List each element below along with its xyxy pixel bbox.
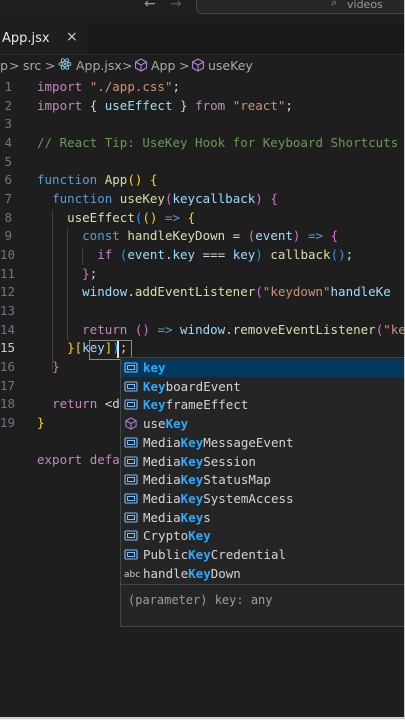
line-number-active: 15 bbox=[0, 340, 16, 355]
code-line: export defa bbox=[37, 452, 120, 467]
line-number: 19 bbox=[0, 415, 16, 430]
function-cube-icon bbox=[191, 58, 205, 75]
variable-icon bbox=[124, 361, 138, 374]
suggestion-item[interactable]: KeyboardEvent bbox=[121, 378, 404, 396]
code-line: useEffect(() => { bbox=[67, 210, 196, 225]
breadcrumb-item-usekey[interactable]: useKey bbox=[208, 58, 253, 73]
text-cursor bbox=[117, 341, 119, 358]
line-number: 10 bbox=[0, 247, 16, 262]
variable-icon bbox=[124, 455, 138, 468]
breadcrumb-item-src[interactable]: src bbox=[23, 58, 41, 73]
variable-icon bbox=[124, 511, 138, 524]
line-number: 3 bbox=[4, 116, 12, 131]
variable-icon bbox=[124, 436, 138, 449]
tab-bar: App.jsx × bbox=[0, 24, 404, 55]
code-line: // React Tip: UseKey Hook for Keyboard S… bbox=[37, 135, 399, 150]
suggestion-label: PublicKeyCredential bbox=[143, 547, 286, 562]
breadcrumb-item-partial[interactable]: p bbox=[0, 58, 8, 73]
line-number: 2 bbox=[4, 98, 12, 113]
code-line: return <d bbox=[52, 396, 120, 411]
suggestion-label: KeyboardEvent bbox=[143, 378, 241, 394]
breadcrumb-item-file[interactable]: App.jsx bbox=[76, 58, 122, 73]
breadcrumb-separator: > bbox=[122, 58, 133, 73]
search-icon: ⌕ bbox=[331, 0, 338, 9]
autocomplete-suggestions[interactable]: key KeyboardEvent KeyframeEffect useKey Medi… bbox=[120, 357, 404, 627]
suggestion-label: KeyframeEffect bbox=[143, 397, 249, 413]
forward-arrow-icon[interactable]: → bbox=[170, 0, 182, 12]
suggestion-label: key bbox=[143, 360, 166, 375]
suggestion-item[interactable]: MediaKeySystemAccess bbox=[121, 490, 404, 508]
line-number: 7 bbox=[4, 191, 12, 206]
line-number: 6 bbox=[4, 172, 12, 187]
line-number: 14 bbox=[0, 322, 16, 337]
breadcrumb-separator: > bbox=[45, 58, 56, 73]
react-file-icon bbox=[58, 57, 72, 74]
suggestion-detail-text: (parameter) key: any bbox=[128, 593, 273, 607]
variable-icon bbox=[124, 492, 138, 505]
code-line: function useKey(keycallback) { bbox=[52, 191, 278, 206]
suggestion-item[interactable]: MediaKeys bbox=[121, 509, 404, 527]
suggestion-details: (parameter) key: any bbox=[121, 584, 404, 627]
line-number: 1 bbox=[4, 79, 12, 94]
suggestion-label: MediaKeySystemAccess bbox=[143, 490, 294, 506]
code-line: return () => window.removeEventListener(… bbox=[82, 322, 405, 337]
variable-icon bbox=[124, 398, 138, 411]
function-cube-icon bbox=[124, 417, 138, 430]
breadcrumb-separator: > bbox=[179, 58, 190, 73]
text-abc-icon: abc bbox=[124, 567, 140, 580]
variable-icon bbox=[124, 473, 138, 486]
code-line: function App() { bbox=[37, 172, 158, 187]
suggestion-item[interactable]: MediaKeyStatusMap bbox=[121, 471, 404, 489]
code-line: }; bbox=[82, 266, 98, 281]
suggestion-label: MediaKeyMessageEvent bbox=[143, 434, 294, 450]
suggestion-label: MediaKeySession bbox=[143, 453, 256, 469]
title-bar: ← → ⌕ videos bbox=[0, 0, 404, 16]
line-number: 16 bbox=[0, 359, 16, 374]
suggestion-item[interactable]: CryptoKey bbox=[121, 527, 404, 545]
function-cube-icon bbox=[134, 58, 148, 75]
line-number: 18 bbox=[0, 396, 16, 411]
editor-window: ← → ⌕ videos App.jsx × p > src > App.jsx… bbox=[0, 0, 405, 719]
suggestion-item[interactable]: abc handleKeyDown bbox=[121, 565, 404, 583]
suggestion-item[interactable]: MediaKeySession bbox=[121, 453, 404, 471]
suggestion-label: CryptoKey bbox=[143, 528, 211, 544]
line-number: 5 bbox=[4, 154, 12, 169]
line-number: 13 bbox=[0, 303, 16, 318]
suggestion-item[interactable]: useKey bbox=[121, 415, 404, 433]
line-number: 8 bbox=[4, 210, 12, 225]
suggestion-item[interactable]: MediaKeyMessageEvent bbox=[121, 434, 404, 452]
svg-text:abc: abc bbox=[124, 570, 140, 580]
code-line: if (event.key === key) callback(); bbox=[97, 247, 354, 262]
line-number: 9 bbox=[4, 228, 12, 243]
line-number: 12 bbox=[0, 284, 16, 299]
suggestion-item[interactable]: KeyframeEffect bbox=[121, 396, 404, 414]
tab-label: App.jsx bbox=[2, 31, 50, 46]
breadcrumb-item-app[interactable]: App bbox=[151, 58, 175, 73]
suggestion-label: handleKeyDown bbox=[143, 565, 241, 581]
command-center[interactable]: ⌕ videos bbox=[196, 0, 404, 14]
code-line: import "./app.css"; bbox=[37, 79, 188, 94]
code-line: const handleKeyDown = (event) => { bbox=[82, 228, 339, 243]
suggestion-label: MediaKeyStatusMap bbox=[143, 472, 271, 488]
suggestion-label: useKey bbox=[143, 416, 189, 432]
command-center-text: videos bbox=[347, 0, 383, 11]
variable-icon bbox=[124, 529, 138, 542]
breadcrumb: p > src > App.jsx > App > useKey bbox=[0, 58, 404, 76]
suggestion-label: MediaKeys bbox=[143, 509, 211, 525]
variable-icon bbox=[124, 380, 138, 393]
line-number: 17 bbox=[0, 378, 16, 393]
tab-app-jsx[interactable]: App.jsx × bbox=[0, 24, 88, 54]
code-line: import { useEffect } from "react"; bbox=[37, 98, 293, 113]
close-icon[interactable]: × bbox=[66, 29, 78, 45]
suggestion-item[interactable]: key bbox=[121, 359, 404, 377]
code-line: } bbox=[52, 359, 60, 374]
code-line: } bbox=[37, 415, 45, 430]
variable-icon bbox=[124, 548, 138, 561]
suggestion-item[interactable]: PublicKeyCredential bbox=[121, 546, 404, 564]
code-line: window.addEventListener("keydown"handleK… bbox=[82, 284, 391, 299]
breadcrumb-separator: > bbox=[9, 58, 20, 73]
back-arrow-icon[interactable]: ← bbox=[144, 0, 156, 12]
line-number: 11 bbox=[0, 266, 16, 281]
line-number: 4 bbox=[4, 135, 12, 150]
